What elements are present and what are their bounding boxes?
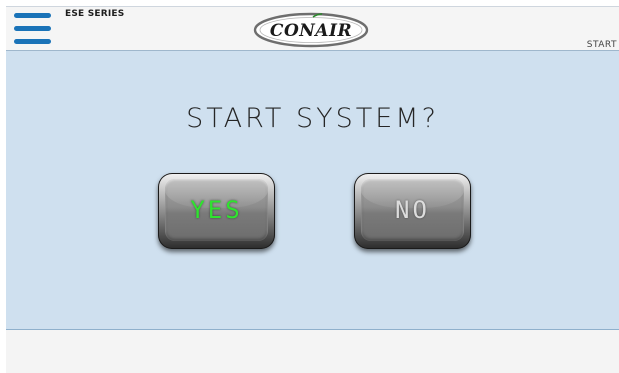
- no-button[interactable]: NO: [354, 173, 471, 249]
- no-button-label: NO: [395, 196, 430, 224]
- menu-bar-middle: [14, 26, 51, 31]
- start-system-prompt: START SYSTEM?: [186, 103, 439, 134]
- logo-text: CONAIR: [270, 21, 352, 41]
- yes-button-face: YES: [165, 179, 268, 241]
- conair-logo: CONAIR: [253, 12, 369, 48]
- yes-button-label: YES: [190, 196, 243, 224]
- header-status-text: START: [586, 40, 617, 50]
- hamburger-menu-icon[interactable]: [14, 11, 52, 47]
- footer-bar: [6, 329, 619, 373]
- hmi-screen: ESE SERIES CONAIR START START SYSTEM? YE…: [0, 0, 619, 373]
- no-button-face: NO: [361, 179, 464, 241]
- series-label: ESE SERIES: [65, 9, 125, 19]
- yes-button[interactable]: YES: [158, 173, 275, 249]
- main-panel: START SYSTEM? YES NO: [6, 51, 619, 329]
- header-bar: ESE SERIES CONAIR START: [6, 6, 619, 51]
- menu-bar-top: [14, 13, 51, 18]
- menu-bar-bottom: [14, 39, 51, 44]
